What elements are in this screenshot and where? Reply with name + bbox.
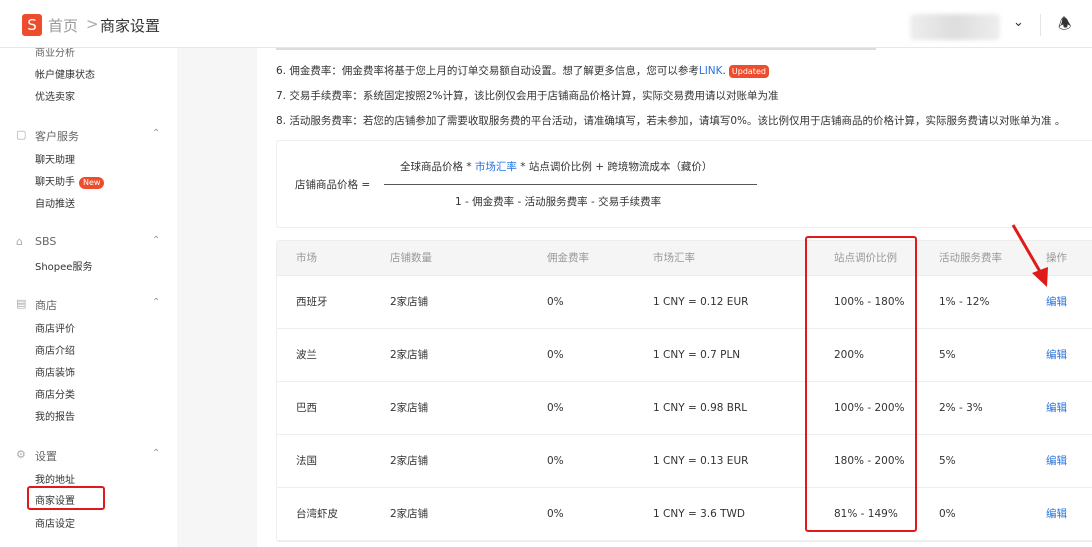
sidebar-item[interactable]: 优选卖家 xyxy=(35,88,75,103)
formula-text: * 站点调价比例 + 跨境物流成本（藏价） xyxy=(516,161,713,173)
sidebar-item[interactable]: 商店介绍 xyxy=(35,342,75,357)
cell-market: 巴西 xyxy=(296,402,317,414)
header-market: 市场 xyxy=(296,252,317,264)
cell-action-edit-link[interactable]: 编辑 xyxy=(1046,435,1067,488)
cell-market: 法国 xyxy=(296,455,317,467)
cell-action-edit-link[interactable]: 编辑 xyxy=(1046,382,1067,435)
sidebar-group-title[interactable]: 商店 xyxy=(35,297,57,313)
breadcrumb-home[interactable]: 首页 xyxy=(48,15,78,36)
cell-store-count: 2家店铺 xyxy=(390,508,429,520)
sidebar-group-title[interactable]: 设置 xyxy=(35,448,57,464)
sidebar-item[interactable]: 商店设定 xyxy=(35,515,75,530)
sidebar-item[interactable]: 商店装饰 xyxy=(35,364,75,379)
formula-box: 店铺商品价格 = 全球商品价格 * 市场汇率 * 站点调价比例 + 跨境物流成本… xyxy=(276,140,1092,228)
sidebar-item[interactable]: 商店评价 xyxy=(35,320,75,335)
chevron-up-icon[interactable]: ⌃ xyxy=(152,235,160,246)
table-row: 巴西 2家店铺 0% 1 CNY = 0.98 BRL 100% - 200% 2% - … xyxy=(277,382,1092,435)
sidebar-item-label: 聊天助手 xyxy=(35,177,75,188)
account-name-blurred[interactable] xyxy=(910,14,1000,40)
header-store-count: 店铺数量 xyxy=(390,252,432,264)
fraction-bar xyxy=(384,184,757,185)
sidebar-item[interactable]: 自动推送 xyxy=(35,195,75,210)
note-text: . xyxy=(722,65,726,77)
sidebar-item[interactable]: 帐户健康状态 xyxy=(35,66,95,81)
cell-service-fee-rate: 1% - 12% xyxy=(939,296,990,308)
cell-market: 西班牙 xyxy=(296,296,328,308)
cell-exchange-rate: 1 CNY = 0.13 EUR xyxy=(653,455,749,467)
breadcrumb-current: 商家设置 xyxy=(100,17,161,35)
cell-action-edit-link[interactable]: 编辑 xyxy=(1046,329,1067,382)
sidebar-group-title[interactable]: SBS xyxy=(35,235,56,248)
cell-store-count: 2家店铺 xyxy=(390,455,429,467)
chevron-up-icon[interactable]: ⌃ xyxy=(152,297,160,308)
table-row: 台湾虾皮 2家店铺 0% 1 CNY = 3.6 TWD 81% - 149% 0% 编辑 xyxy=(277,488,1092,541)
cell-action-edit-link[interactable]: 编辑 xyxy=(1046,488,1067,541)
highlight-box-merchant-settings xyxy=(27,486,105,510)
cell-service-fee-rate: 5% xyxy=(939,349,956,361)
header-commission-rate: 佣金费率 xyxy=(547,252,589,264)
cell-commission-rate: 0% xyxy=(547,296,564,308)
cell-market: 波兰 xyxy=(296,349,317,361)
cell-commission-rate: 0% xyxy=(547,455,564,467)
red-arrow-annotation xyxy=(1011,224,1048,287)
clipped-line xyxy=(276,48,876,50)
note-text: 6. 佣金费率：佣金费率将基于您上月的订单交易额自动设置。想了解更多信息，您可以… xyxy=(276,65,699,77)
cell-commission-rate: 0% xyxy=(547,349,564,361)
cell-market: 台湾虾皮 xyxy=(296,508,338,520)
sidebar-group-title[interactable]: 客户服务 xyxy=(35,128,79,144)
cell-exchange-rate: 1 CNY = 3.6 TWD xyxy=(653,508,746,520)
note-6: 6. 佣金费率：佣金费率将基于您上月的订单交易额自动设置。想了解更多信息，您可以… xyxy=(276,63,769,78)
new-badge: New xyxy=(79,177,105,189)
cell-store-count: 2家店铺 xyxy=(390,402,429,414)
sidebar: 商业分析 帐户健康状态 优选卖家 ▢ 客户服务 ⌃ 聊天助理 聊天助手 New 自… xyxy=(0,48,177,547)
sidebar-item[interactable]: 聊天助理 xyxy=(35,151,75,166)
note-8: 8. 活动服务费率：若您的店铺参加了需要收取服务费的平台活动，请准确填写，若未参… xyxy=(276,115,1066,127)
chevron-up-icon[interactable]: ⌃ xyxy=(152,448,160,459)
header-exchange-rate: 市场汇率 xyxy=(653,252,695,264)
table-header-row: 市场 店铺数量 佣金费率 市场汇率 站点调价比例 活动服务费率 操作 xyxy=(277,241,1092,276)
formula-numerator: 全球商品价格 * 市场汇率 * 站点调价比例 + 跨境物流成本（藏价） xyxy=(400,159,712,174)
formula-label: 店铺商品价格 = xyxy=(295,179,371,191)
note-7: 7. 交易手续费率：系统固定按照2%计算，该比例仅会用于店铺商品价格计算，实际交… xyxy=(276,90,779,102)
cell-commission-rate: 0% xyxy=(547,508,564,520)
market-table: 市场 店铺数量 佣金费率 市场汇率 站点调价比例 活动服务费率 操作 西班牙 2家店铺 0% 1 C… xyxy=(276,240,1092,542)
warehouse-icon: ⌂ xyxy=(16,235,23,248)
bell-icon[interactable]: 🕭 xyxy=(1058,14,1071,39)
gear-icon: ⚙ xyxy=(16,448,26,461)
main-content: 6. 佣金费率：佣金费率将基于您上月的订单交易额自动设置。想了解更多信息，您可以… xyxy=(257,48,1092,547)
sidebar-item[interactable]: 聊天助手 New xyxy=(35,173,105,189)
cell-exchange-rate: 1 CNY = 0.7 PLN xyxy=(653,349,741,361)
table-row: 西班牙 2家店铺 0% 1 CNY = 0.12 EUR 100% - 180% 1% -… xyxy=(277,276,1092,329)
sidebar-item[interactable]: Shopee服务 xyxy=(35,258,92,273)
link[interactable]: LINK xyxy=(699,65,723,77)
shopee-logo[interactable]: S xyxy=(22,14,42,36)
table-row: 波兰 2家店铺 0% 1 CNY = 0.7 PLN 200% 5% 编辑 xyxy=(277,329,1092,382)
updated-badge: Updated xyxy=(728,65,769,78)
breadcrumb-separator: > xyxy=(86,15,99,33)
formula-denominator: 1 - 佣金费率 - 活动服务费率 - 交易手续费率 xyxy=(455,196,662,208)
cell-exchange-rate: 1 CNY = 0.98 BRL xyxy=(653,402,748,414)
divider xyxy=(1040,14,1041,36)
cell-store-count: 2家店铺 xyxy=(390,296,429,308)
cell-store-count: 2家店铺 xyxy=(390,349,429,361)
sidebar-item[interactable]: 我的地址 xyxy=(35,471,75,486)
cell-commission-rate: 0% xyxy=(547,402,564,414)
chat-icon: ▢ xyxy=(16,128,27,141)
chevron-up-icon[interactable]: ⌃ xyxy=(152,128,160,139)
exchange-rate-link[interactable]: 市场汇率 xyxy=(475,161,517,173)
cell-service-fee-rate: 0% xyxy=(939,508,956,520)
sidebar-item[interactable]: 商店分类 xyxy=(35,386,75,401)
header-service-fee-rate: 活动服务费率 xyxy=(939,252,1002,264)
highlight-box-price-ratio-column xyxy=(805,236,917,532)
cell-service-fee-rate: 5% xyxy=(939,455,956,467)
cell-service-fee-rate: 2% - 3% xyxy=(939,402,983,414)
shop-icon: ▤ xyxy=(16,297,27,310)
top-header: S 首页 > 商家设置 ⌄ 🕭 xyxy=(0,0,1092,48)
formula-text: 全球商品价格 * xyxy=(400,161,475,173)
sidebar-item[interactable]: 我的报告 xyxy=(35,408,75,423)
chevron-down-icon[interactable]: ⌄ xyxy=(1013,15,1024,30)
cell-exchange-rate: 1 CNY = 0.12 EUR xyxy=(653,296,749,308)
table-row: 法国 2家店铺 0% 1 CNY = 0.13 EUR 180% - 200% 5% 编辑 xyxy=(277,435,1092,488)
